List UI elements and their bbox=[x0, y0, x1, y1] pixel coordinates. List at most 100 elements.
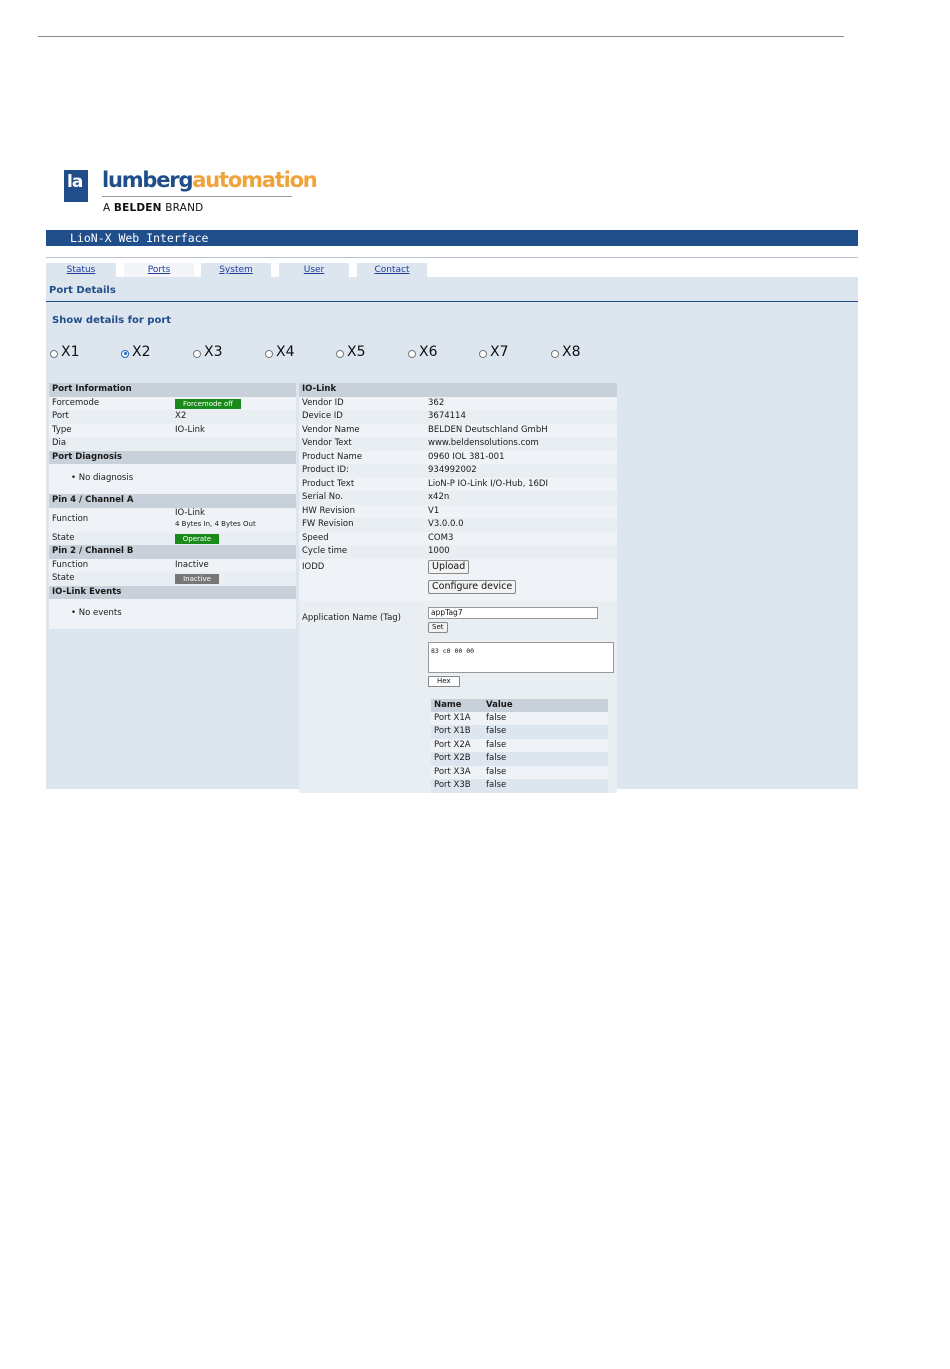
col-value-header: Value bbox=[486, 699, 513, 710]
port-radio-label: X4 bbox=[276, 344, 295, 360]
type-label: Type bbox=[52, 424, 72, 435]
port-value: X2 bbox=[175, 411, 187, 421]
iolink-key: Device ID bbox=[302, 411, 343, 421]
port-radio-x3[interactable]: X3 bbox=[193, 342, 223, 362]
configure-device-button[interactable]: Configure device bbox=[428, 579, 517, 594]
tab-contact[interactable]: Contact bbox=[357, 263, 427, 277]
pin4-function-sub: 4 Bytes In, 4 Bytes Out bbox=[175, 519, 256, 528]
tagline-bold: BELDEN bbox=[113, 202, 162, 214]
web-interface: LioN-X Web Interface Status Ports System… bbox=[46, 230, 858, 793]
port-radio-label: X3 bbox=[204, 344, 223, 360]
port-radio-x7[interactable]: X7 bbox=[479, 342, 509, 362]
table-row: 83 c0 00 00 Hex Name Value Port X1A false … bbox=[299, 638, 617, 793]
events-text: No events bbox=[78, 608, 122, 618]
table-row: Serial No. x42n bbox=[299, 491, 617, 505]
table-row: HW Revision V1 bbox=[299, 504, 617, 518]
pd-name: Port X3A bbox=[434, 766, 471, 777]
port-details-content: Show details for port X1 X2 X3 X4 X5 X6 … bbox=[46, 302, 858, 793]
table-header: IO-Link Events bbox=[49, 585, 296, 599]
port-radio-x8[interactable]: X8 bbox=[551, 342, 581, 362]
iolink-key: Serial No. bbox=[302, 492, 343, 502]
port-diagnosis-header: Port Diagnosis bbox=[52, 451, 122, 462]
table-row: Type IO-Link bbox=[49, 423, 296, 437]
tab-user[interactable]: User bbox=[279, 263, 349, 277]
forcemode-label: Forcemode bbox=[52, 397, 100, 408]
tab-ports[interactable]: Ports bbox=[124, 263, 194, 277]
pd-value: false bbox=[486, 739, 507, 750]
col-name-header: Name bbox=[434, 699, 462, 710]
iolink-value: V1 bbox=[428, 505, 440, 516]
logo-mark-icon: la bbox=[64, 170, 88, 202]
show-details-label: Show details for port bbox=[52, 315, 172, 326]
port-radio-label: X2 bbox=[132, 344, 151, 360]
pin2-function-value: Inactive bbox=[175, 559, 209, 570]
table-row: State Operate bbox=[49, 531, 296, 545]
pin2-state-label: State bbox=[52, 573, 75, 583]
app-name-input[interactable]: appTag7 bbox=[428, 606, 598, 619]
pin2-state-badge: Inactive bbox=[175, 574, 219, 584]
tab-strip-rule bbox=[46, 257, 858, 258]
port-info-table: Port Information Forcemode Forcemode off… bbox=[49, 383, 296, 629]
iolink-key: HW Revision bbox=[302, 505, 356, 516]
app-name-label: Application Name (Tag) bbox=[302, 612, 401, 623]
upload-button[interactable]: Upload bbox=[428, 559, 470, 574]
port-radio-label: X5 bbox=[347, 344, 366, 360]
pd-name: Port X2A bbox=[434, 739, 471, 750]
port-radio-x6[interactable]: X6 bbox=[408, 342, 438, 362]
radio-icon[interactable] bbox=[50, 349, 58, 358]
iolink-value: 362 bbox=[428, 397, 445, 408]
hex-data-textarea[interactable]: 83 c0 00 00 bbox=[428, 641, 614, 673]
pd-value: false bbox=[486, 726, 507, 736]
logo-divider bbox=[102, 196, 292, 197]
section-header: Port Details bbox=[46, 277, 858, 302]
radio-icon[interactable] bbox=[336, 349, 344, 358]
radio-icon[interactable] bbox=[479, 349, 487, 358]
iolink-value: LioN-P IO-Link I/O-Hub, 16DI bbox=[428, 478, 548, 489]
iolink-value: x42n bbox=[428, 492, 450, 502]
hex-button[interactable]: Hex bbox=[428, 675, 460, 687]
logo-word-orange: automation bbox=[192, 168, 317, 192]
tagline-suffix: BRAND bbox=[161, 202, 204, 214]
table-row: • No events bbox=[49, 599, 296, 629]
events-header: IO-Link Events bbox=[52, 586, 122, 597]
iolink-key: Vendor Name bbox=[302, 424, 360, 435]
table-row: FW Revision V3.0.0.0 bbox=[299, 518, 617, 532]
iolink-key: FW Revision bbox=[302, 519, 354, 529]
port-radio-x1[interactable]: X1 bbox=[50, 342, 80, 362]
pd-name: Port X1A bbox=[434, 712, 471, 723]
iolink-key: Speed bbox=[302, 532, 329, 543]
logo-tagline: A BELDEN BRAND bbox=[103, 202, 203, 214]
dia-label: Dia bbox=[52, 438, 67, 448]
diagnosis-item: • No diagnosis bbox=[71, 473, 134, 483]
iolink-value: 0960 IOL 381-001 bbox=[428, 451, 505, 462]
iolink-key: Vendor ID bbox=[302, 397, 344, 408]
port-radio-group: X1 X2 X3 X4 X5 X6 X7 X8 bbox=[50, 342, 610, 362]
iolink-value: 1000 bbox=[428, 546, 450, 556]
pin2-header: Pin 2 / Channel B bbox=[52, 546, 134, 556]
port-radio-x5[interactable]: X5 bbox=[336, 342, 366, 362]
iolink-value: 934992002 bbox=[428, 465, 477, 475]
type-value: IO-Link bbox=[175, 424, 205, 435]
logo-wordmark: lumbergautomation bbox=[102, 168, 318, 192]
port-radio-x4[interactable]: X4 bbox=[265, 342, 295, 362]
table-header: Port Diagnosis bbox=[49, 450, 296, 464]
port-info-header: Port Information bbox=[52, 384, 132, 394]
port-radio-x2[interactable]: X2 bbox=[121, 342, 151, 362]
table-row: Port X2 bbox=[49, 410, 296, 424]
radio-icon[interactable] bbox=[265, 349, 273, 358]
tab-status[interactable]: Status bbox=[46, 263, 116, 277]
table-row: Product ID: 934992002 bbox=[299, 464, 617, 478]
radio-selected-icon[interactable] bbox=[121, 349, 129, 358]
tab-strip: Status Ports System User Contact bbox=[46, 246, 858, 277]
pin4-state-label: State bbox=[52, 532, 75, 543]
set-button[interactable]: Set bbox=[428, 621, 448, 633]
radio-icon[interactable] bbox=[408, 349, 416, 358]
tab-system[interactable]: System bbox=[201, 263, 271, 277]
radio-icon[interactable] bbox=[551, 349, 559, 358]
pin2-function-label: Function bbox=[52, 559, 89, 570]
table-row: Speed COM3 bbox=[299, 531, 617, 545]
iolink-value: 3674114 bbox=[428, 411, 466, 421]
radio-icon[interactable] bbox=[193, 349, 201, 358]
forcemode-badge[interactable]: Forcemode off bbox=[175, 398, 241, 409]
table-row: Product Text LioN-P IO-Link I/O-Hub, 16DI bbox=[299, 477, 617, 491]
